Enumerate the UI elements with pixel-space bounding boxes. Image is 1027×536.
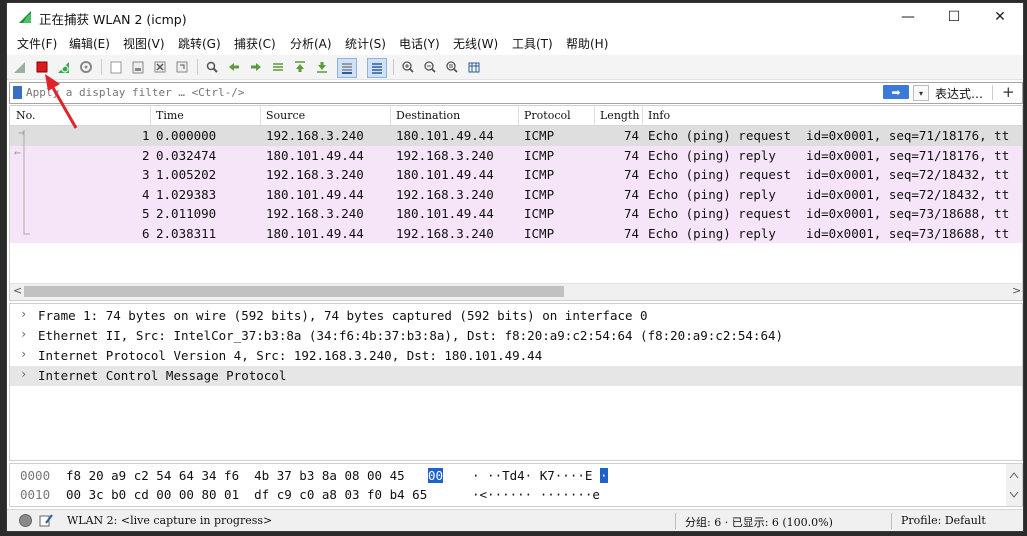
bytes-vscrollbar[interactable] xyxy=(1006,464,1022,506)
menu-statistics[interactable]: 统计(S) xyxy=(345,35,386,52)
detail-ipv4[interactable]: › Internet Protocol Version 4, Src: 192.… xyxy=(10,346,1022,366)
packet-list-hscrollbar[interactable]: < > xyxy=(10,283,1022,300)
bookmark-icon[interactable] xyxy=(13,86,22,99)
column-source[interactable]: Source xyxy=(266,109,305,122)
close-button[interactable]: ✕ xyxy=(977,3,1023,31)
menu-tools[interactable]: 工具(T) xyxy=(512,35,553,52)
wireshark-logo-icon xyxy=(19,11,31,23)
packet-bytes: 0000 f8 20 a9 c2 54 64 34 f6 4b 37 b3 8a… xyxy=(9,463,1023,507)
column-length[interactable]: Length xyxy=(600,109,639,122)
detail-frame[interactable]: › Frame 1: 74 bytes on wire (592 bits), … xyxy=(10,306,1022,326)
title-bar: 正在捕获 WLAN 2 (icmp) — ☐ ✕ xyxy=(7,3,1023,31)
status-bar: WLAN 2: <live capture in progress> 分组: 6… xyxy=(7,509,1023,531)
maximize-button[interactable]: ☐ xyxy=(931,3,977,31)
capture-status-text: WLAN 2: <live capture in progress> xyxy=(67,514,273,527)
table-row[interactable]: 3 1.005202 192.168.3.240 180.101.49.44 I… xyxy=(10,165,1022,185)
detail-ethernet[interactable]: › Ethernet II, Src: IntelCor_37:b3:8a (3… xyxy=(10,326,1022,346)
chevron-right-icon[interactable]: › xyxy=(20,367,27,381)
zoom-out-icon[interactable] xyxy=(421,58,439,76)
selected-ascii: · xyxy=(600,468,608,483)
chevron-right-icon[interactable]: › xyxy=(20,347,27,361)
shark-fin-start-icon[interactable] xyxy=(11,58,29,76)
column-time[interactable]: Time xyxy=(156,109,184,122)
menu-view[interactable]: 视图(V) xyxy=(123,35,165,52)
close-file-icon[interactable] xyxy=(151,58,169,76)
restart-capture-icon[interactable] xyxy=(55,58,73,76)
main-toolbar xyxy=(7,55,1023,80)
menu-capture[interactable]: 捕获(C) xyxy=(234,35,276,52)
scroll-right-arrow[interactable]: > xyxy=(1012,284,1021,297)
profile-text[interactable]: Profile: Default xyxy=(901,514,986,527)
display-filter-input[interactable] xyxy=(26,84,881,101)
menu-bar: 文件(F) 编辑(E) 视图(V) 跳转(G) 捕获(C) 分析(A) 统计(S… xyxy=(7,33,1023,53)
go-to-packet-icon[interactable] xyxy=(269,58,287,76)
apply-filter-button[interactable]: ➡ xyxy=(883,85,909,99)
column-info[interactable]: Info xyxy=(648,109,670,122)
menu-help[interactable]: 帮助(H) xyxy=(566,35,608,52)
expression-button[interactable]: 表达式… xyxy=(935,85,983,102)
column-protocol[interactable]: Protocol xyxy=(524,109,571,122)
bytes-row[interactable]: 0000 f8 20 a9 c2 54 64 34 f6 4b 37 b3 8a… xyxy=(10,467,1022,485)
find-packet-icon[interactable] xyxy=(203,58,221,76)
menu-edit[interactable]: 编辑(E) xyxy=(69,35,110,52)
go-forward-icon[interactable] xyxy=(247,58,265,76)
minimize-button[interactable]: — xyxy=(885,3,931,31)
bytes-row[interactable]: 0010 00 3c b0 cd 00 00 80 01 df c9 c0 a8… xyxy=(10,486,1022,504)
auto-scroll-icon[interactable] xyxy=(337,58,357,78)
conversation-bracket xyxy=(23,130,30,235)
zoom-normal-icon[interactable] xyxy=(443,58,461,76)
resize-columns-icon[interactable] xyxy=(465,58,483,76)
add-filter-button[interactable]: + xyxy=(1002,83,1015,101)
menu-telephony[interactable]: 电话(Y) xyxy=(399,35,440,52)
packet-list: No. Time Source Destination Protocol Len… xyxy=(9,105,1023,301)
table-row[interactable]: 4 1.029383 180.101.49.44 192.168.3.240 I… xyxy=(10,184,1022,204)
colorize-icon[interactable] xyxy=(367,58,387,78)
menu-analyze[interactable]: 分析(A) xyxy=(290,35,332,52)
save-file-icon[interactable] xyxy=(129,58,147,76)
go-first-icon[interactable] xyxy=(291,58,309,76)
stop-capture-icon[interactable] xyxy=(33,58,51,76)
scroll-left-arrow[interactable]: < xyxy=(13,284,22,297)
display-filter-bar: ➡ ▾ 表达式… + xyxy=(9,82,1023,104)
reload-icon[interactable] xyxy=(173,58,191,76)
column-destination[interactable]: Destination xyxy=(396,109,460,122)
packet-count-text: 分组: 6 · 已显示: 6 (100.0%) xyxy=(685,516,833,529)
capture-comment-icon[interactable] xyxy=(39,513,53,527)
menu-file[interactable]: 文件(F) xyxy=(17,35,57,52)
column-no[interactable]: No. xyxy=(16,109,36,122)
table-row[interactable]: 6 2.038311 180.101.49.44 192.168.3.240 I… xyxy=(10,223,1022,243)
filter-history-dropdown[interactable]: ▾ xyxy=(913,85,929,101)
chevron-right-icon[interactable]: › xyxy=(20,327,27,341)
expert-info-icon[interactable] xyxy=(19,514,32,527)
table-row[interactable]: 5 2.011090 192.168.3.240 180.101.49.44 I… xyxy=(10,204,1022,224)
go-back-icon[interactable] xyxy=(225,58,243,76)
go-last-icon[interactable] xyxy=(313,58,331,76)
open-file-icon[interactable] xyxy=(107,58,125,76)
table-row[interactable]: ← 2 0.032474 180.101.49.44 192.168.3.240… xyxy=(10,145,1022,165)
selected-byte: 00 xyxy=(428,468,444,483)
zoom-in-icon[interactable] xyxy=(399,58,417,76)
packet-details: › Frame 1: 74 bytes on wire (592 bits), … xyxy=(9,303,1023,461)
window-title: 正在捕获 WLAN 2 (icmp) xyxy=(39,12,187,27)
wireshark-window: 正在捕获 WLAN 2 (icmp) — ☐ ✕ 文件(F) 编辑(E) 视图(… xyxy=(6,2,1024,532)
menu-wireless[interactable]: 无线(W) xyxy=(453,35,498,52)
scroll-thumb[interactable] xyxy=(24,286,564,297)
capture-options-icon[interactable] xyxy=(77,58,95,76)
menu-go[interactable]: 跳转(G) xyxy=(178,35,221,52)
detail-icmp[interactable]: › Internet Control Message Protocol xyxy=(10,366,1022,386)
packet-list-header: No. Time Source Destination Protocol Len… xyxy=(10,106,1022,126)
table-row[interactable]: → 1 0.000000 192.168.3.240 180.101.49.44… xyxy=(10,126,1022,146)
chevron-right-icon[interactable]: › xyxy=(20,307,27,321)
